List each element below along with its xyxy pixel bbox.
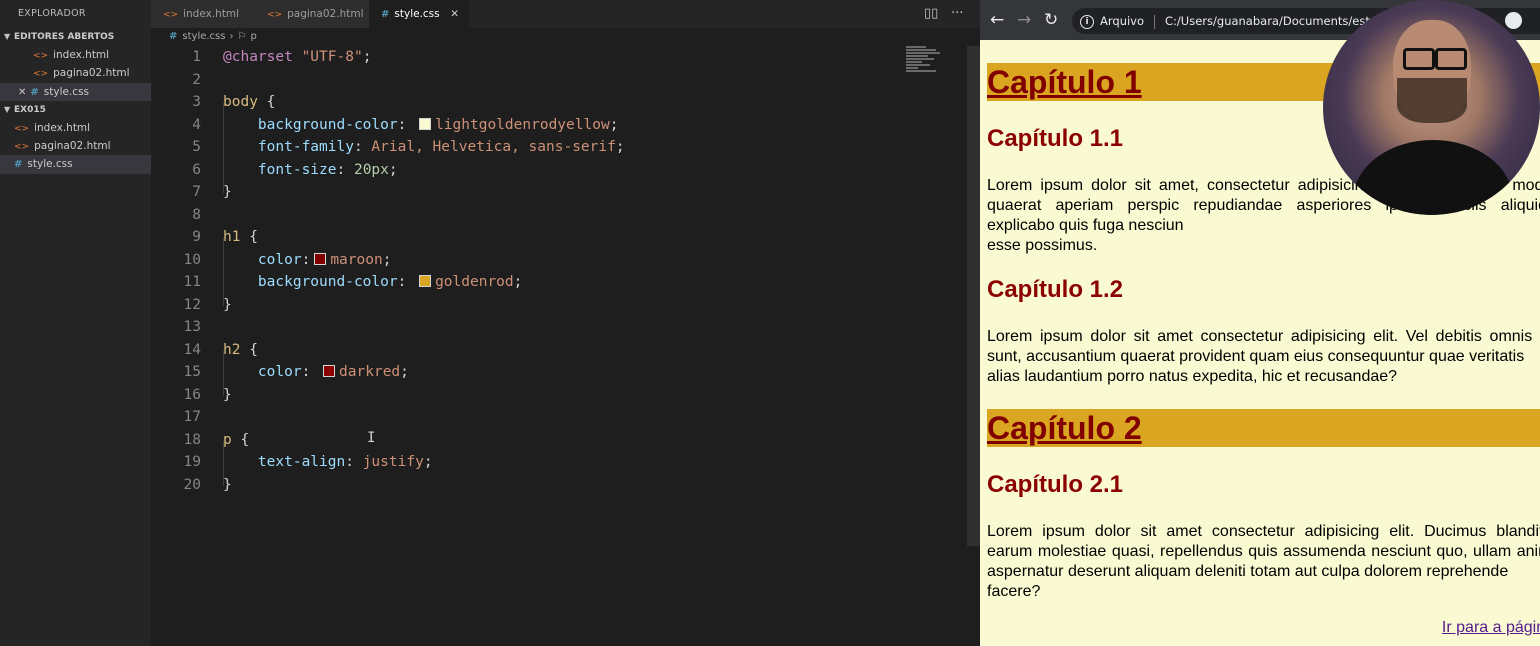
info-icon[interactable]: i — [1080, 14, 1094, 29]
h2-capitulo-1-1: Capítulo 1.1 — [987, 125, 1124, 152]
code-line: 10 color: maroon; — [183, 251, 392, 268]
html-file-icon: <> — [163, 10, 179, 20]
forward-arrow-icon[interactable]: → — [1017, 0, 1031, 40]
code-line: 3 body { — [192, 94, 276, 110]
code-line: 11 background-color: goldenrod; — [183, 274, 523, 290]
explorer-sidebar: EXPLORADOR ▼ EDITORES ABERTOS <> index.htm… — [0, 0, 151, 646]
selector-icon: ⚐ — [237, 31, 247, 42]
close-tab-icon[interactable]: ✕ — [450, 0, 459, 28]
code-line: 20} — [183, 476, 232, 493]
code-line: 2 — [192, 71, 201, 88]
html-file-icon: <> — [14, 142, 30, 153]
code-line: 1 @charset "UTF-8"; — [192, 49, 372, 65]
color-swatch[interactable] — [419, 275, 432, 287]
text-cursor-icon: I — [367, 430, 376, 446]
editor-scrollbar[interactable] — [967, 46, 980, 546]
divider — [1154, 14, 1156, 29]
code-line: 5 font-family: Arial, Helvetica, sans-se… — [192, 139, 625, 155]
html-file-icon: <> — [33, 69, 49, 80]
css-file-icon: # — [30, 86, 39, 98]
html-file-icon: <> — [33, 51, 49, 61]
breadcrumb-symbol[interactable]: p — [250, 31, 256, 42]
minimap[interactable] — [906, 46, 966, 86]
code-line: 4 background-color: lightgoldenrodyellow… — [192, 116, 619, 133]
html-file-icon: <> — [14, 123, 30, 134]
split-editor-icon[interactable]: ▯▯ — [924, 0, 938, 28]
next-page-link[interactable]: Ir para a página — [1442, 619, 1540, 637]
file-pagina02[interactable]: <> pagina02.html — [0, 137, 151, 155]
code-line: 18 p { — [183, 431, 250, 448]
code-line: 14 h2 { — [183, 341, 258, 358]
paragraph-2: Lorem ipsum dolor sit amet consectetur a… — [987, 328, 1540, 385]
chevron-right-icon: › — [229, 31, 234, 42]
breadcrumb-file[interactable]: style.css — [182, 31, 225, 42]
code-line: 12} — [183, 296, 232, 313]
h2-capitulo-1-2: Capítulo 1.2 — [987, 276, 1124, 303]
chevron-down-icon: ▼ — [4, 32, 11, 41]
code-line: 8 — [192, 206, 201, 223]
open-editors-section[interactable]: ▼ EDITORES ABERTOS — [0, 28, 151, 46]
h2-capitulo-2-1: Capítulo 2.1 — [987, 471, 1124, 498]
html-file-icon: <> — [267, 10, 283, 20]
code-line: 19 text-align: justify; — [183, 454, 433, 470]
file-index[interactable]: <> index.html — [0, 119, 151, 137]
code-line: 9 h1 { — [192, 229, 258, 245]
tab-index[interactable]: <> index.html — [151, 0, 255, 28]
close-icon[interactable]: ✕ — [18, 87, 26, 98]
webcam-overlay — [1323, 0, 1540, 215]
code-line: 6 font-size: 20px; — [192, 161, 398, 178]
code-line: 7} — [192, 184, 232, 200]
css-file-icon: # — [381, 9, 390, 20]
color-swatch[interactable] — [314, 252, 327, 265]
open-editor-style[interactable]: ✕ # style.css — [0, 82, 151, 101]
code-line: 13 — [183, 319, 201, 335]
file-style[interactable]: # style.css — [0, 155, 151, 174]
code-editor[interactable]: 1 @charset "UTF-8"; 2 3 body { 4 backgroun… — [151, 46, 980, 646]
color-swatch[interactable] — [419, 117, 432, 130]
color-swatch[interactable] — [323, 365, 336, 377]
back-arrow-icon[interactable]: ← — [990, 0, 1004, 40]
tab-pagina02[interactable]: <> pagina02.html — [255, 0, 369, 28]
reload-icon[interactable]: ↻ — [1044, 0, 1058, 40]
css-file-icon: # — [169, 31, 178, 42]
open-editor-pagina02[interactable]: <> pagina02.html — [0, 64, 151, 82]
h1-capitulo-2: Capítulo 2 — [987, 409, 1540, 447]
breadcrumb: # style.css › ⚐ p — [151, 28, 980, 46]
tab-style[interactable]: # style.css ✕ — [369, 0, 469, 28]
css-file-icon: # — [14, 159, 23, 171]
code-line: 16} — [183, 386, 232, 403]
editor-tab-bar: <> index.html <> pagina02.html # style.css ✕… — [151, 0, 980, 28]
open-editor-index[interactable]: <> index.html — [0, 46, 151, 64]
explorer-title: EXPLORADOR — [18, 8, 86, 19]
paragraph-3: Lorem ipsum dolor sit amet consectetur a… — [987, 523, 1540, 600]
more-actions-icon[interactable]: ··· — [951, 0, 963, 28]
profile-avatar-icon[interactable] — [1505, 12, 1522, 29]
code-line: 15 color: darkred; — [183, 364, 409, 380]
chevron-down-icon: ▼ — [4, 104, 11, 114]
folder-section[interactable]: ▼ EX015 — [0, 101, 151, 119]
code-line: 17 — [183, 409, 201, 425]
